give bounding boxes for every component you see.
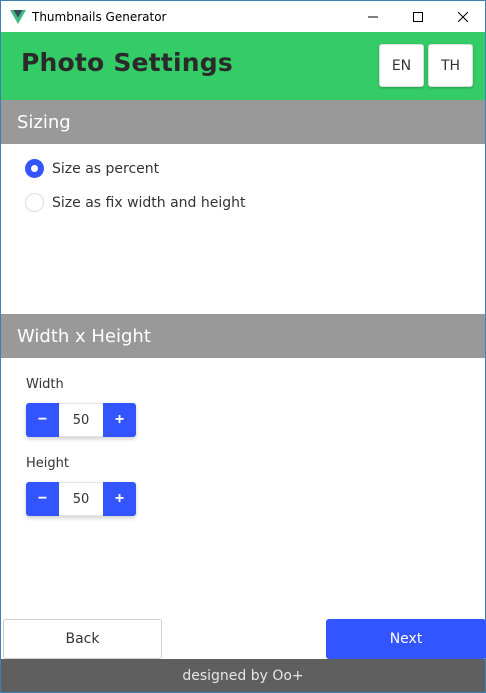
window-controls [350,1,485,32]
minimize-icon [367,16,378,17]
maximize-icon [412,11,423,22]
radio-checked-icon[interactable] [25,159,44,178]
sizing-section-heading: Sizing [1,100,485,144]
app-window: Thumbnails Generator Photo Settings EN T… [0,0,486,693]
radio-unchecked-icon[interactable] [25,193,44,212]
header-bar: Photo Settings EN TH [1,32,485,100]
window-title: Thumbnails Generator [32,9,167,24]
width-increment-button[interactable]: + [103,403,136,437]
height-decrement-button[interactable]: − [26,482,59,516]
lang-en-button[interactable]: EN [379,44,424,87]
radio-size-fixed[interactable]: Size as fix width and height [25,193,246,212]
width-stepper: − 50 + [26,403,136,437]
width-label: Width [26,377,64,392]
footer-credit: designed by Oo+ [1,659,485,692]
dimensions-section-heading: Width x Height [1,314,485,358]
width-decrement-button[interactable]: − [26,403,59,437]
maximize-button[interactable] [395,1,440,32]
radio-label: Size as percent [52,160,160,177]
back-button[interactable]: Back [3,619,162,659]
minimize-button[interactable] [350,1,395,32]
radio-size-percent[interactable]: Size as percent [25,159,159,178]
height-increment-button[interactable]: + [103,482,136,516]
height-label: Height [26,456,69,471]
title-bar[interactable]: Thumbnails Generator [1,1,485,32]
vue-logo-icon [10,9,26,24]
next-button[interactable]: Next [326,619,486,659]
height-input[interactable]: 50 [59,482,103,516]
width-input[interactable]: 50 [59,403,103,437]
height-stepper: − 50 + [26,482,136,516]
radio-label: Size as fix width and height [52,194,246,211]
page-title: Photo Settings [21,48,233,77]
close-button[interactable] [440,1,485,32]
lang-th-button[interactable]: TH [428,44,473,87]
close-icon [457,11,468,22]
